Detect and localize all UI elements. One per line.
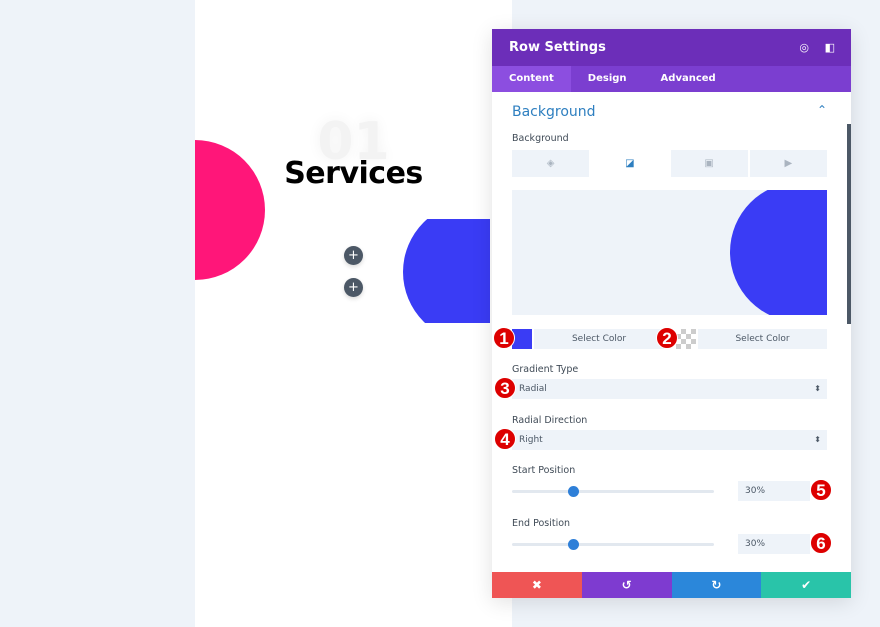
panel-tabs: Content Design Advanced bbox=[492, 66, 851, 92]
end-position-label: End Position bbox=[512, 518, 571, 529]
background-label: Background bbox=[512, 133, 569, 144]
image-icon[interactable]: ▣ bbox=[670, 150, 748, 177]
background-type-tabs: ◈ ◪ ▣ ▶ bbox=[512, 150, 827, 177]
annotation-badge-2: 2 bbox=[656, 327, 678, 349]
sidebar-toggle-icon[interactable]: ◧ bbox=[825, 41, 835, 54]
panel-title: Row Settings bbox=[509, 40, 606, 55]
end-position-slider[interactable] bbox=[512, 539, 714, 550]
color-icon[interactable]: ◈ bbox=[512, 150, 590, 177]
cancel-button[interactable]: ✖ bbox=[492, 572, 582, 598]
gradient-type-value: Radial bbox=[519, 384, 547, 394]
gradient-type-select[interactable]: Radial ⬍ bbox=[512, 379, 827, 399]
tab-content[interactable]: Content bbox=[492, 66, 571, 92]
gradient-icon[interactable]: ◪ bbox=[591, 150, 669, 177]
annotation-badge-3: 3 bbox=[494, 377, 516, 399]
start-position-input[interactable]: 30% bbox=[738, 481, 810, 501]
add-module-button[interactable]: + bbox=[344, 246, 363, 265]
annotation-badge-6: 6 bbox=[810, 532, 832, 554]
blue-gradient-shape bbox=[400, 219, 490, 323]
start-position-label: Start Position bbox=[512, 465, 576, 476]
scrollbar[interactable] bbox=[847, 124, 851, 324]
start-position-slider[interactable] bbox=[512, 486, 714, 497]
annotation-badge-1: 1 bbox=[493, 327, 515, 349]
chevron-up-icon[interactable]: ⌃ bbox=[817, 103, 827, 117]
video-icon[interactable]: ▶ bbox=[749, 150, 827, 177]
tab-advanced[interactable]: Advanced bbox=[644, 66, 733, 92]
radial-direction-value: Right bbox=[519, 435, 543, 445]
section-toggle-background[interactable]: Background bbox=[512, 104, 596, 120]
redo-button[interactable]: ↻ bbox=[671, 572, 762, 598]
undo-button[interactable]: ↺ bbox=[581, 572, 672, 598]
gradient-preview bbox=[512, 190, 827, 315]
save-button[interactable]: ✔ bbox=[761, 572, 851, 598]
annotation-badge-5: 5 bbox=[810, 479, 832, 501]
slider-handle[interactable] bbox=[567, 539, 579, 550]
row-settings-panel: Row Settings ◎ ◧ Content Design Advanced… bbox=[492, 29, 851, 598]
color1-swatch[interactable] bbox=[512, 329, 532, 349]
focus-icon[interactable]: ◎ bbox=[799, 41, 809, 54]
add-row-button[interactable]: + bbox=[344, 278, 363, 297]
color2-swatch[interactable] bbox=[676, 329, 696, 349]
color1-select[interactable]: Select Color bbox=[534, 329, 664, 349]
radial-direction-select[interactable]: Right ⬍ bbox=[512, 430, 827, 450]
tab-design[interactable]: Design bbox=[571, 66, 644, 92]
select-arrows-icon: ⬍ bbox=[814, 384, 821, 393]
radial-direction-label: Radial Direction bbox=[512, 415, 588, 426]
color2-select[interactable]: Select Color bbox=[698, 329, 827, 349]
select-arrows-icon: ⬍ bbox=[814, 435, 821, 444]
section-title: Services bbox=[284, 156, 423, 191]
slider-handle[interactable] bbox=[567, 486, 579, 497]
panel-footer: ✖ ↺ ↻ ✔ bbox=[492, 572, 851, 598]
end-position-input[interactable]: 30% bbox=[738, 534, 810, 554]
annotation-badge-4: 4 bbox=[494, 428, 516, 450]
panel-header: Row Settings ◎ ◧ bbox=[492, 29, 851, 66]
gradient-type-label: Gradient Type bbox=[512, 364, 579, 375]
